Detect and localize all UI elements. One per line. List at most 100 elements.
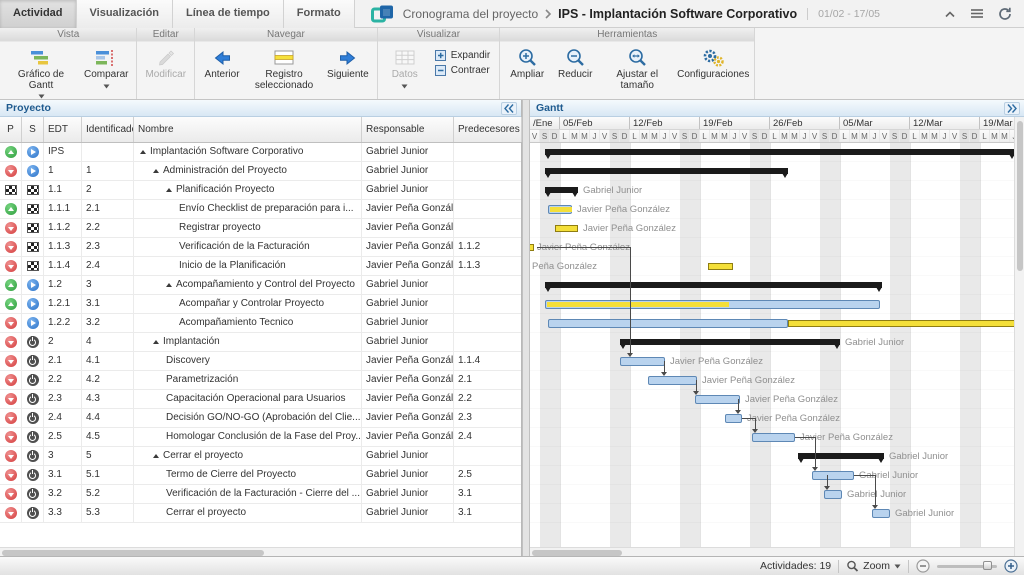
zoom-slider-thumb[interactable] (983, 561, 992, 570)
cell-p (0, 428, 22, 446)
status-down-icon (5, 355, 17, 367)
gantt-bar-task[interactable] (545, 300, 880, 309)
gantt-bar-summary[interactable] (545, 282, 882, 288)
table-row[interactable]: 1.1.22.2Registrar proyectoJavier Peña Go… (0, 219, 521, 238)
table-row[interactable]: 3.35.3Cerrar el proyectoGabriel Junior3.… (0, 504, 521, 523)
column-header-edt[interactable]: EDT (44, 117, 82, 142)
table-row[interactable]: 2.24.2ParametrizaciónJavier Peña Gonzále… (0, 371, 521, 390)
refresh-icon[interactable] (998, 7, 1012, 21)
table-row[interactable]: 1.1.12.1Envío Checklist de preparación p… (0, 200, 521, 219)
gantt-bar-task[interactable] (812, 471, 854, 480)
gantt-bar-task[interactable] (872, 509, 890, 518)
gantt-bar-task[interactable] (695, 395, 740, 404)
table-row[interactable]: 2.34.3Capacitación Operacional para Usua… (0, 390, 521, 409)
breadcrumb[interactable]: Cronograma del proyecto (403, 7, 538, 21)
gantt-bar-task[interactable] (548, 205, 572, 214)
scrollbar-thumb[interactable] (2, 550, 264, 556)
gantt-bar-task[interactable] (648, 376, 697, 385)
gantt-week-row: /Ene05/Feb12/Feb19/Feb26/Feb05/Mar12/Mar… (530, 117, 1014, 130)
gantt-chart-button[interactable]: Gráfico de Gantt (4, 45, 78, 100)
table-row[interactable]: 1.2.13.1Acompañar y Controlar ProyectoGa… (0, 295, 521, 314)
zoom-slider[interactable] (937, 565, 997, 568)
data-button[interactable]: Datos (382, 45, 428, 96)
column-header-resp[interactable]: Responsable (362, 117, 454, 142)
project-horizontal-scrollbar[interactable] (0, 547, 521, 556)
tree-caret-icon[interactable] (153, 340, 159, 344)
gantt-bar-summary[interactable] (620, 339, 840, 345)
gantt-horizontal-scrollbar[interactable] (530, 547, 1014, 556)
zoom-dropdown[interactable]: Zoom (846, 560, 901, 573)
expand-button[interactable]: Expandir (435, 50, 490, 61)
table-row[interactable]: 2.14.1DiscoveryJavier Peña González1.1.4 (0, 352, 521, 371)
table-row[interactable]: 3.25.2Verificación de la Facturación - C… (0, 485, 521, 504)
selected-record-button[interactable]: Registro seleccionado (247, 45, 321, 96)
gantt-bar-task[interactable] (620, 357, 665, 366)
dependency-line (738, 399, 739, 410)
tree-caret-icon[interactable] (166, 283, 172, 287)
collapse-button[interactable]: Contraer (435, 65, 490, 76)
next-button[interactable]: Siguiente (323, 45, 373, 96)
table-row[interactable]: 35Cerrar el proyectoGabriel Junior (0, 447, 521, 466)
table-row[interactable]: 24ImplantaciónGabriel Junior (0, 333, 521, 352)
table-row[interactable]: 2.44.4Decisión GO/NO-GO (Aprobación del … (0, 409, 521, 428)
gantt-bar-task[interactable] (548, 319, 788, 328)
cell-s (22, 276, 44, 294)
column-header-id[interactable]: Identificador (82, 117, 134, 142)
column-header-pred[interactable]: Predecesores (454, 117, 522, 142)
tab-1[interactable]: Visualización (77, 0, 174, 28)
column-header-s[interactable]: S (22, 117, 44, 142)
tab-0[interactable]: Actividad (0, 0, 77, 28)
collapse-left-panel-button[interactable] (501, 102, 517, 115)
gantt-bar-actual[interactable] (555, 225, 578, 232)
panel-splitter[interactable] (522, 100, 530, 556)
gantt-bar-task[interactable] (725, 414, 742, 423)
gantt-bar-summary[interactable] (545, 168, 788, 174)
table-row[interactable]: 3.15.1Termo de Cierre del ProyectoGabrie… (0, 466, 521, 485)
scrollbar-thumb[interactable] (1017, 121, 1023, 271)
zoom-in-button[interactable]: Ampliar (504, 45, 550, 96)
settings-button[interactable]: Configuraciones (676, 45, 750, 96)
project-panel: Proyecto PSEDTIdentificadorNombreRespons… (0, 100, 522, 556)
table-row[interactable]: 1.1.32.3Verificación de la FacturaciónJa… (0, 238, 521, 257)
tree-caret-icon[interactable] (166, 188, 172, 192)
zoom-in-button[interactable] (1004, 559, 1018, 573)
scrollbar-thumb[interactable] (532, 550, 622, 556)
expand-gantt-panel-button[interactable] (1004, 102, 1020, 115)
fit-size-button[interactable]: Ajustar el tamaño (600, 45, 674, 96)
gantt-bar-actual[interactable] (788, 320, 1014, 327)
gantt-bar-task[interactable] (824, 490, 842, 499)
table-row[interactable]: 1.2.23.2Acompañamiento TecnicoGabriel Ju… (0, 314, 521, 333)
tab-3[interactable]: Formato (284, 0, 355, 28)
gantt-vertical-scrollbar[interactable] (1014, 117, 1024, 556)
ribbon-group-label: Navegar (195, 28, 377, 42)
tree-caret-icon[interactable] (153, 454, 159, 458)
table-row[interactable]: 1.23Acompañamiento y Control del Proyect… (0, 276, 521, 295)
list-icon[interactable] (970, 8, 984, 19)
column-header-p[interactable]: P (0, 117, 22, 142)
gantt-bar-summary[interactable] (798, 453, 884, 459)
table-row[interactable]: 1.12Planificación ProyectoGabriel Junior (0, 181, 521, 200)
tab-2[interactable]: Línea de tiempo (173, 0, 284, 28)
modify-button[interactable]: Modificar (141, 45, 190, 96)
collapse-ribbon-icon[interactable] (944, 10, 956, 18)
table-row[interactable]: 11Administración del ProyectoGabriel Jun… (0, 162, 521, 181)
cell-name: Capacitación Operacional para Usuarios (134, 390, 362, 408)
compare-button[interactable]: Comparar (80, 45, 132, 100)
tree-caret-icon[interactable] (140, 150, 146, 154)
cell-id: 5 (82, 447, 134, 465)
table-row[interactable]: IPSImplantación Software CorporativoGabr… (0, 143, 521, 162)
bar-label: Gabriel Junior (847, 485, 906, 504)
gantt-bar-actual[interactable] (708, 263, 733, 270)
gantt-bar-summary[interactable] (545, 149, 1014, 155)
tree-caret-icon[interactable] (153, 169, 159, 173)
previous-button[interactable]: Anterior (199, 45, 245, 96)
gantt-bar-summary[interactable] (545, 187, 578, 193)
gantt-bar-task[interactable] (752, 433, 795, 442)
gantt-bar-actual[interactable] (530, 244, 534, 251)
zoom-out-button[interactable] (916, 559, 930, 573)
table-row[interactable]: 1.1.42.4Inicio de la PlanificaciónJavier… (0, 257, 521, 276)
ribbon-group-label: Visualizar (378, 28, 499, 42)
table-row[interactable]: 2.54.5Homologar Conclusión de la Fase de… (0, 428, 521, 447)
zoom-out-button[interactable]: Reducir (552, 45, 598, 96)
column-header-name[interactable]: Nombre (134, 117, 362, 142)
